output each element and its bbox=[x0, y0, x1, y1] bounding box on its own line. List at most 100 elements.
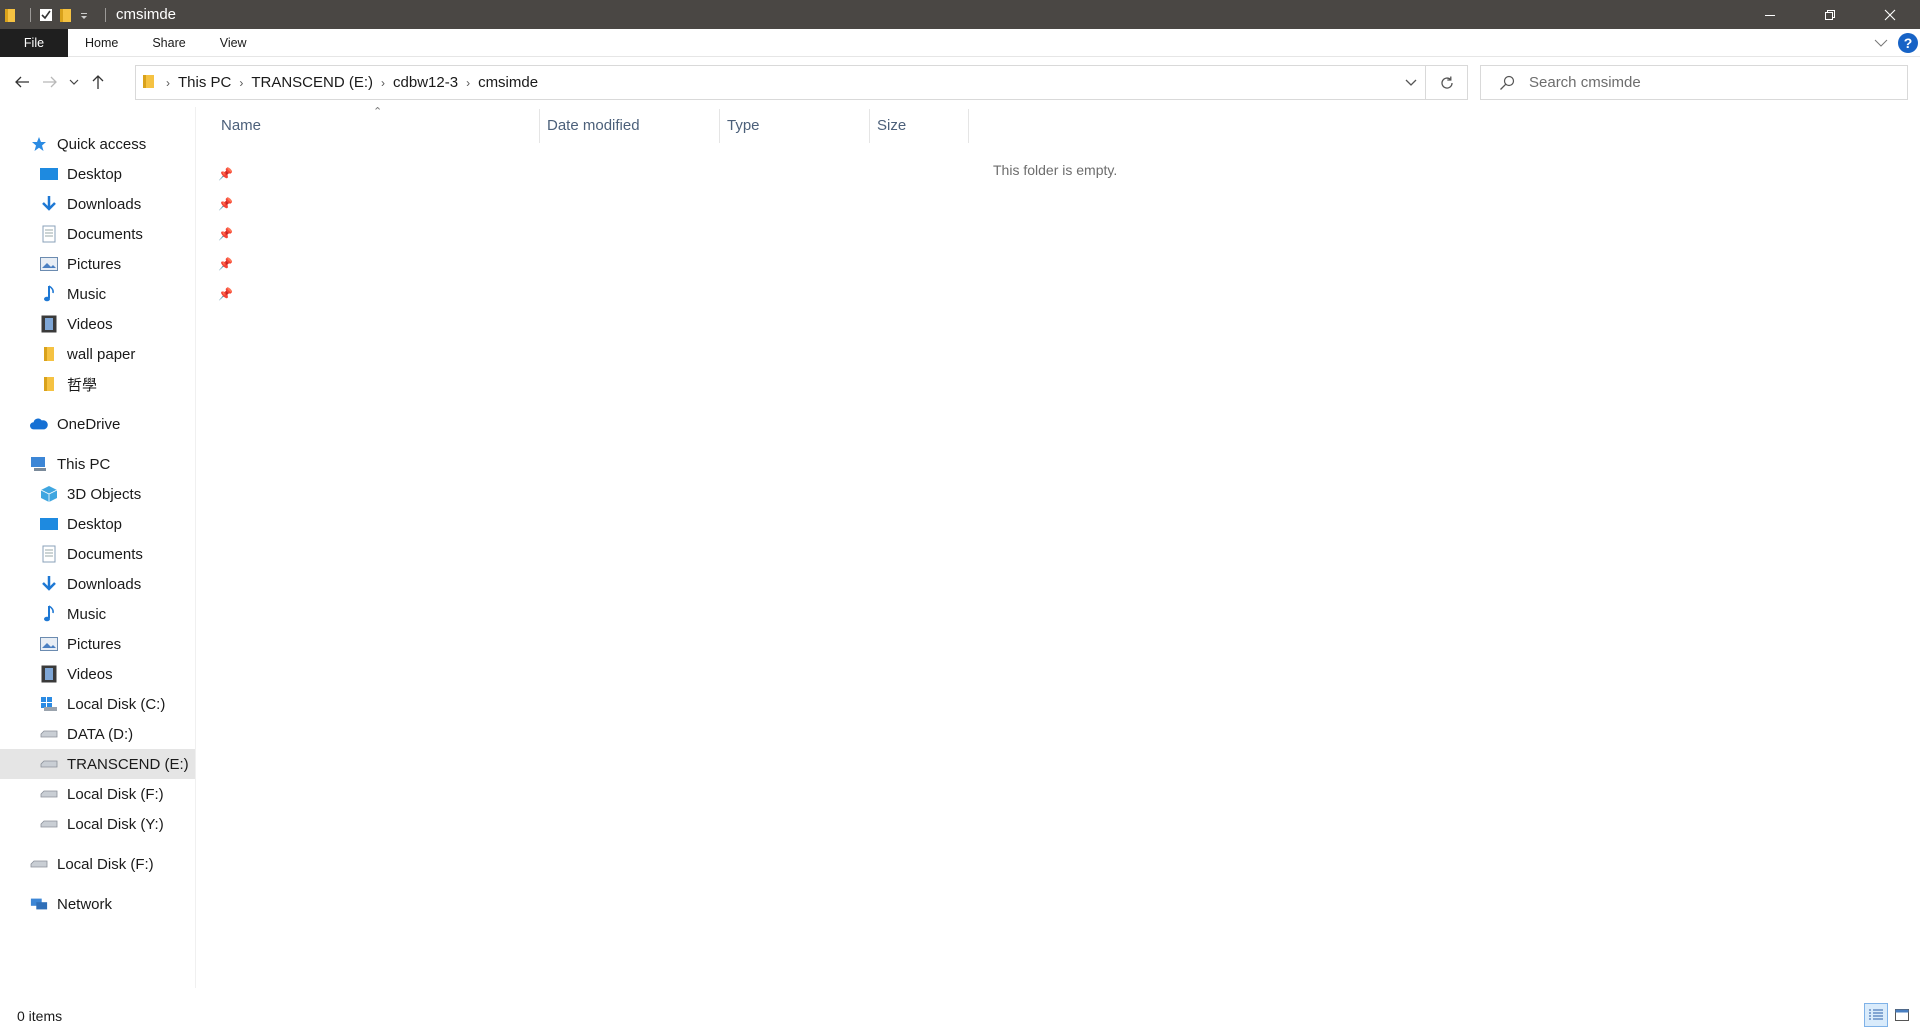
breadcrumb-transcend[interactable]: TRANSCEND (E:) bbox=[247, 74, 377, 91]
nav-label: Downloads bbox=[67, 575, 142, 593]
status-bar: 0 items bbox=[0, 1000, 1920, 1031]
nav-pc-data-d[interactable]: DATA (D:) bbox=[40, 719, 133, 749]
item-count: 0 items bbox=[17, 1007, 63, 1024]
nav-pc-documents[interactable]: Documents bbox=[40, 539, 143, 569]
nav-pc-transcend-e[interactable]: TRANSCEND (E:) bbox=[0, 749, 195, 779]
customize-toolbar-icon[interactable] bbox=[79, 7, 93, 23]
column-divider[interactable] bbox=[968, 109, 969, 143]
address-bar[interactable]: › This PC › TRANSCEND (E:) › cdbw12-3 › … bbox=[135, 65, 1426, 100]
nav-label: Quick access bbox=[57, 135, 147, 153]
nav-label: Local Disk (F:) bbox=[57, 855, 154, 873]
drive-icon bbox=[30, 855, 48, 873]
chevron-right-icon[interactable]: › bbox=[462, 76, 474, 90]
chevron-right-icon[interactable]: › bbox=[235, 76, 247, 90]
column-divider[interactable] bbox=[869, 109, 870, 143]
expand-ribbon-button[interactable] bbox=[1874, 38, 1888, 48]
search-input[interactable]: Search cmsimde bbox=[1529, 74, 1641, 91]
window-title: cmsimde bbox=[116, 6, 177, 23]
nav-label: Documents bbox=[67, 225, 143, 243]
nav-network[interactable]: Network bbox=[30, 889, 112, 919]
nav-qa-music[interactable]: Music 📌 bbox=[40, 279, 233, 309]
column-header-type[interactable]: Type bbox=[727, 107, 867, 143]
up-button[interactable] bbox=[84, 68, 112, 96]
nav-pc-videos[interactable]: Videos bbox=[40, 659, 113, 689]
nav-label: Documents bbox=[67, 545, 143, 563]
navigation-pane: Quick access Desktop 📌 Downloads 📌 Docum… bbox=[0, 107, 233, 988]
column-divider[interactable] bbox=[719, 109, 720, 143]
nav-qa-videos[interactable]: Videos bbox=[40, 309, 113, 339]
windows-drive-icon bbox=[40, 695, 58, 713]
drive-icon bbox=[40, 725, 58, 743]
large-icons-view-button[interactable] bbox=[1890, 1003, 1914, 1027]
details-view-button[interactable] bbox=[1864, 1003, 1888, 1027]
nav-qa-downloads[interactable]: Downloads 📌 bbox=[40, 189, 233, 219]
nav-label: DATA (D:) bbox=[67, 725, 134, 743]
nav-quick-access[interactable]: Quick access bbox=[30, 129, 146, 159]
properties-icon[interactable] bbox=[39, 7, 53, 23]
nav-label: wall paper bbox=[67, 345, 136, 363]
chevron-down-icon bbox=[1874, 39, 1888, 47]
videos-icon bbox=[40, 665, 58, 683]
help-icon[interactable]: ? bbox=[1898, 33, 1918, 53]
nav-label: Music bbox=[67, 605, 107, 623]
divider bbox=[30, 7, 31, 22]
breadcrumb-this-pc[interactable]: This PC bbox=[174, 74, 235, 91]
column-header-date-modified[interactable]: Date modified bbox=[547, 107, 717, 143]
cloud-icon bbox=[30, 415, 48, 433]
nav-pc-local-disk-f[interactable]: Local Disk (F:) bbox=[40, 779, 164, 809]
breadcrumb-cmsimde[interactable]: cmsimde bbox=[474, 74, 542, 91]
nav-onedrive[interactable]: OneDrive bbox=[30, 409, 120, 439]
nav-qa-pictures[interactable]: Pictures 📌 bbox=[40, 249, 233, 279]
refresh-button[interactable] bbox=[1426, 65, 1468, 100]
search-icon bbox=[1500, 75, 1515, 90]
drive-icon bbox=[40, 785, 58, 803]
search-box[interactable]: Search cmsimde bbox=[1480, 65, 1908, 100]
chevron-right-icon[interactable]: › bbox=[162, 76, 174, 90]
nav-label: This PC bbox=[57, 455, 111, 473]
drive-icon bbox=[40, 755, 58, 773]
nav-qa-documents[interactable]: Documents 📌 bbox=[40, 219, 233, 249]
breadcrumb-cdbw12-3[interactable]: cdbw12-3 bbox=[389, 74, 462, 91]
nav-label: OneDrive bbox=[57, 415, 121, 433]
navigation-bar: › This PC › TRANSCEND (E:) › cdbw12-3 › … bbox=[0, 57, 1920, 107]
new-folder-icon[interactable] bbox=[59, 7, 73, 23]
details-view-icon bbox=[1869, 1009, 1883, 1020]
address-dropdown-button[interactable] bbox=[1405, 75, 1417, 93]
tab-view[interactable]: View bbox=[203, 29, 264, 57]
nav-pc-local-disk-y[interactable]: Local Disk (Y:) bbox=[40, 809, 164, 839]
music-icon bbox=[40, 605, 58, 623]
nav-pc-downloads[interactable]: Downloads bbox=[40, 569, 141, 599]
back-button[interactable] bbox=[8, 68, 36, 96]
nav-pc-music[interactable]: Music bbox=[40, 599, 106, 629]
nav-qa-wall-paper[interactable]: wall paper bbox=[40, 339, 135, 369]
forward-button[interactable] bbox=[36, 68, 64, 96]
nav-label: Local Disk (Y:) bbox=[67, 815, 164, 833]
recent-locations-button[interactable] bbox=[64, 68, 84, 96]
desktop-icon bbox=[40, 165, 58, 183]
nav-qa-desktop[interactable]: Desktop 📌 bbox=[40, 159, 233, 189]
nav-pc-local-disk-c[interactable]: Local Disk (C:) bbox=[40, 689, 165, 719]
nav-pc-desktop[interactable]: Desktop bbox=[40, 509, 122, 539]
tab-home[interactable]: Home bbox=[68, 29, 135, 57]
nav-this-pc[interactable]: This PC bbox=[30, 449, 110, 479]
nav-pc-pictures[interactable]: Pictures bbox=[40, 629, 121, 659]
column-divider[interactable] bbox=[539, 109, 540, 143]
view-switcher bbox=[1862, 1003, 1914, 1027]
nav-label: Downloads bbox=[67, 195, 142, 213]
column-header-name[interactable]: Name bbox=[221, 107, 531, 143]
nav-label: 3D Objects bbox=[67, 485, 142, 503]
documents-icon bbox=[40, 545, 58, 563]
chevron-right-icon[interactable]: › bbox=[377, 76, 389, 90]
tab-file[interactable]: File bbox=[0, 28, 68, 57]
nav-qa-philosophy[interactable]: 哲學 bbox=[40, 369, 97, 399]
nav-local-disk-f[interactable]: Local Disk (F:) bbox=[30, 849, 154, 879]
pictures-icon bbox=[40, 635, 58, 653]
pictures-icon bbox=[40, 255, 58, 273]
tab-share[interactable]: Share bbox=[135, 29, 202, 57]
restore-button[interactable] bbox=[1800, 0, 1860, 29]
minimize-button[interactable] bbox=[1740, 0, 1800, 29]
column-header-size[interactable]: Size bbox=[877, 107, 967, 143]
nav-pc-3d-objects[interactable]: 3D Objects bbox=[40, 479, 141, 509]
documents-icon bbox=[40, 225, 58, 243]
close-button[interactable] bbox=[1860, 0, 1920, 29]
